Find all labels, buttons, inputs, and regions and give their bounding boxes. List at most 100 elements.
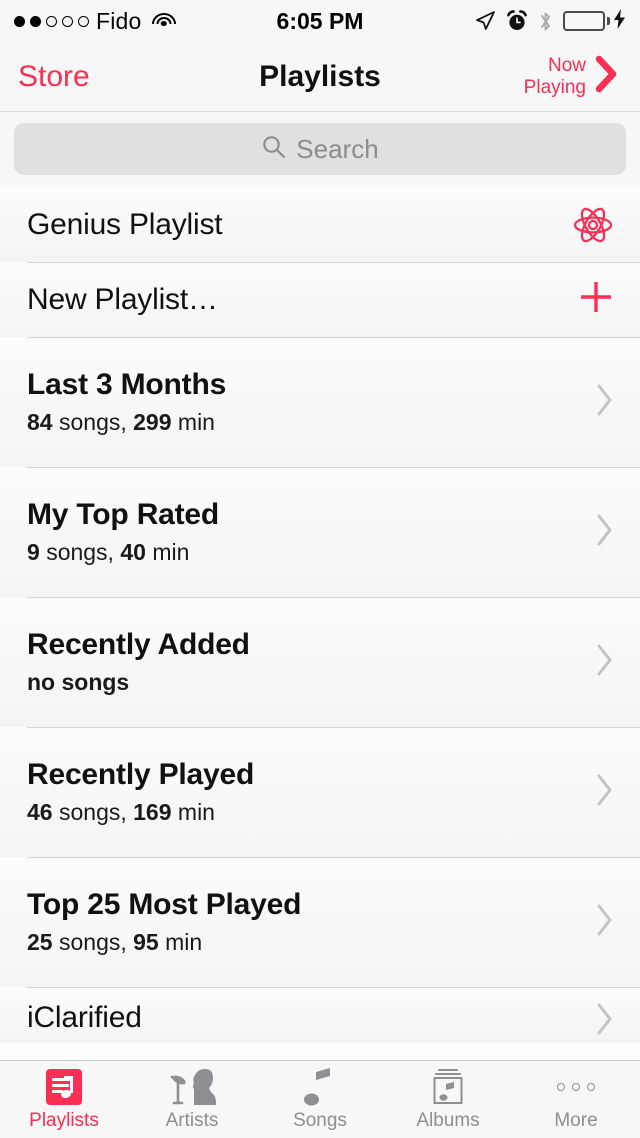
row-content: Recently Played 46 songs, 169 min xyxy=(27,758,594,826)
song-count: no songs xyxy=(27,669,129,695)
minutes-count: 95 xyxy=(133,929,159,955)
signal-dot xyxy=(30,16,41,27)
playlists-list: Genius Playlist New Playlist… xyxy=(0,187,640,1043)
tab-label: Songs xyxy=(293,1110,347,1132)
table-row[interactable]: Recently Added no songs xyxy=(0,597,640,727)
table-row[interactable]: Last 3 Months 84 songs, 299 min xyxy=(0,337,640,467)
now-playing-button[interactable]: Now Playing xyxy=(524,53,622,100)
table-row[interactable]: iClarified xyxy=(0,987,640,1043)
battery-body xyxy=(563,11,605,31)
tab-label: Artists xyxy=(166,1110,219,1132)
album-stack-icon xyxy=(428,1067,468,1107)
chevron-right-icon xyxy=(594,772,616,813)
chevron-right-icon xyxy=(594,902,616,943)
playlist-subtitle: 84 songs, 299 min xyxy=(27,409,594,436)
chevron-right-icon xyxy=(594,382,616,423)
now-playing-label: Now Playing xyxy=(524,55,586,98)
songs-word: songs, xyxy=(46,539,114,565)
songs-word: songs, xyxy=(59,799,127,825)
minutes-count: 299 xyxy=(133,409,171,435)
song-count: 9 xyxy=(27,539,40,565)
chevron-right-icon xyxy=(592,53,622,100)
ellipsis-icon xyxy=(557,1067,595,1107)
tab-more[interactable]: More xyxy=(512,1061,640,1138)
row-content: Recently Added no songs xyxy=(27,628,594,696)
signal-dot xyxy=(14,16,25,27)
search-placeholder: Search xyxy=(296,134,378,165)
search-bar-container: Search xyxy=(0,112,640,187)
microphone-singer-icon xyxy=(164,1067,220,1107)
store-button[interactable]: Store xyxy=(18,60,90,94)
list-item-genius-playlist[interactable]: Genius Playlist xyxy=(0,187,640,262)
genius-atom-icon xyxy=(570,202,616,248)
now-playing-line-2: Playing xyxy=(524,77,586,98)
chevron-right-icon xyxy=(594,1001,616,1042)
plus-icon xyxy=(576,277,616,322)
battery-indicator xyxy=(563,9,626,34)
signal-dot xyxy=(46,16,57,27)
battery-cap xyxy=(607,17,611,25)
table-row[interactable]: Recently Played 46 songs, 169 min xyxy=(0,727,640,857)
carrier-name: Fido xyxy=(96,8,142,35)
signal-dot xyxy=(62,16,73,27)
charging-bolt-icon xyxy=(613,9,626,34)
alarm-clock-icon xyxy=(506,10,528,32)
tab-playlists[interactable]: Playlists xyxy=(0,1061,128,1138)
row-content: Last 3 Months 84 songs, 299 min xyxy=(27,368,594,436)
row-content: Top 25 Most Played 25 songs, 95 min xyxy=(27,888,594,956)
songs-word: songs, xyxy=(59,409,127,435)
playlist-title: Recently Added xyxy=(27,628,594,662)
tab-albums[interactable]: Albums xyxy=(384,1061,512,1138)
signal-strength-dots xyxy=(14,16,89,27)
playlist-title: My Top Rated xyxy=(27,498,594,532)
navigation-bar: Store Playlists Now Playing xyxy=(0,42,640,112)
wifi-icon xyxy=(151,12,177,31)
list-item-label: New Playlist… xyxy=(27,283,576,317)
now-playing-line-1: Now xyxy=(548,55,586,76)
row-content: My Top Rated 9 songs, 40 min xyxy=(27,498,594,566)
status-bar: Fido 6:05 PM xyxy=(0,0,640,42)
table-row[interactable]: My Top Rated 9 songs, 40 min xyxy=(0,467,640,597)
chevron-right-icon xyxy=(594,512,616,553)
list-item-new-playlist[interactable]: New Playlist… xyxy=(0,262,640,337)
chevron-right-icon xyxy=(594,642,616,683)
row-content: Genius Playlist xyxy=(27,208,570,242)
tab-artists[interactable]: Artists xyxy=(128,1061,256,1138)
bluetooth-icon xyxy=(538,10,553,33)
playlist-title: Recently Played xyxy=(27,758,594,792)
table-row[interactable]: Top 25 Most Played 25 songs, 95 min xyxy=(0,857,640,987)
tab-label: More xyxy=(554,1110,597,1132)
search-input[interactable]: Search xyxy=(14,123,626,175)
phone-screen: Fido 6:05 PM xyxy=(0,0,640,1138)
song-count: 46 xyxy=(27,799,53,825)
playlist-subtitle: 9 songs, 40 min xyxy=(27,539,594,566)
location-arrow-icon xyxy=(474,10,496,32)
list-item-label: Genius Playlist xyxy=(27,208,570,242)
tab-label: Albums xyxy=(416,1110,479,1132)
min-word: min xyxy=(165,929,202,955)
songs-word: songs, xyxy=(59,929,127,955)
music-note-icon xyxy=(303,1067,337,1107)
playlist-title: Last 3 Months xyxy=(27,368,594,402)
min-word: min xyxy=(178,409,215,435)
playlist-subtitle: no songs xyxy=(27,669,594,696)
status-bar-right xyxy=(474,9,626,34)
playlist-icon xyxy=(46,1067,82,1107)
tab-bar: Playlists Artists Songs xyxy=(0,1060,640,1138)
search-icon xyxy=(261,134,287,165)
song-count: 25 xyxy=(27,929,53,955)
tab-label: Playlists xyxy=(29,1110,99,1132)
status-bar-left: Fido xyxy=(14,8,177,35)
row-content: New Playlist… xyxy=(27,283,576,317)
tab-songs[interactable]: Songs xyxy=(256,1061,384,1138)
row-content: iClarified xyxy=(27,1001,594,1035)
min-word: min xyxy=(178,799,215,825)
minutes-count: 169 xyxy=(133,799,171,825)
playlist-title: Top 25 Most Played xyxy=(27,888,594,922)
signal-dot xyxy=(78,16,89,27)
min-word: min xyxy=(152,539,189,565)
minutes-count: 40 xyxy=(120,539,146,565)
playlist-subtitle: 25 songs, 95 min xyxy=(27,929,594,956)
song-count: 84 xyxy=(27,409,53,435)
playlist-subtitle: 46 songs, 169 min xyxy=(27,799,594,826)
